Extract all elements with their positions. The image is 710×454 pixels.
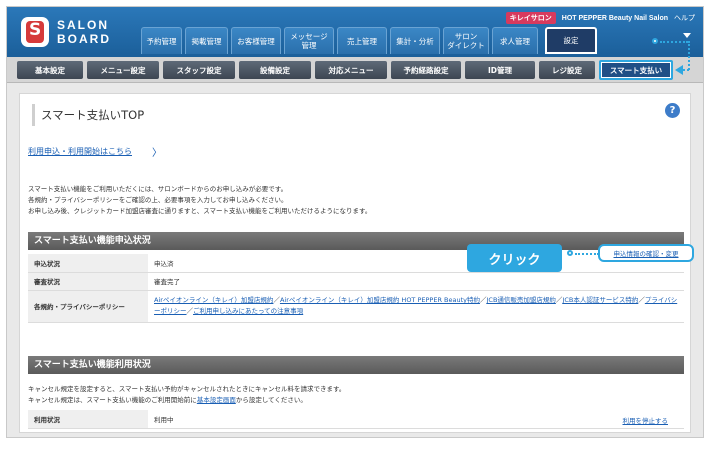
page-title: スマート支払いTOP [32, 104, 144, 126]
review-status-value: 審査完了 [148, 272, 684, 291]
tab-settings[interactable]: 設定 [545, 27, 597, 54]
callout-line [660, 41, 688, 43]
subtab-id-management[interactable]: ID管理 [465, 61, 535, 79]
subtab-equipment-settings[interactable]: 設備設定 [239, 61, 311, 79]
tab-salon-direct[interactable]: サロン ダイレクト [443, 27, 489, 54]
tab-analytics[interactable]: 集計・分析 [390, 27, 440, 54]
subtab-menu-settings[interactable]: メニュー設定 [87, 61, 159, 79]
subtab-reservation-route[interactable]: 予約経路設定 [391, 61, 461, 79]
table-row: 審査状況 審査完了 [28, 272, 684, 291]
table-row: 申込状況 申込済 [28, 254, 684, 273]
settings-subnav: 基本設定 メニュー設定 スタッフ設定 設備設定 対応メニュー 予約経路設定 ID… [7, 57, 703, 83]
terms-link-airpay-hpb[interactable]: Airペイオンライン（キレイ）加盟店規約 HOT PEPPER Beauty特約 [280, 296, 480, 304]
header-topright: キレイサロン HOT PEPPER Beauty Nail Salon ヘルプ [505, 12, 695, 24]
section-apply-status-header: スマート支払い機能申込状況 [28, 232, 684, 250]
usage-status-value: 利用中 [154, 415, 174, 424]
arrow-left-icon [675, 65, 683, 75]
terms-link-jcb-mail[interactable]: JCB通信販売加盟店規約 [486, 296, 555, 304]
usage-status-label: 利用状況 [28, 410, 148, 429]
callout-line-vertical [688, 41, 690, 70]
section-usage-status-header: スマート支払い機能利用状況 [28, 356, 684, 374]
subtab-basic-settings[interactable]: 基本設定 [17, 61, 83, 79]
apply-status-table: 申込状況 申込済 審査状況 審査完了 各規約・プライバシーポリシー Airペイオ… [28, 254, 684, 323]
table-row: 利用状況 利用中 利用を停止する [28, 410, 684, 429]
terms-links: Airペイオンライン（キレイ）加盟店規約／Airペイオンライン（キレイ）加盟店規… [148, 290, 684, 323]
table-row: 各規約・プライバシーポリシー Airペイオンライン（キレイ）加盟店規約／Airペ… [28, 290, 684, 323]
header: SALON BOARD キレイサロン HOT PEPPER Beauty Nai… [7, 7, 703, 57]
review-status-label: 審査状況 [28, 272, 148, 291]
tab-recruitment[interactable]: 求人管理 [492, 27, 538, 54]
usage-status-cell: 利用中 利用を停止する [148, 410, 684, 429]
help-link[interactable]: ヘルプ [674, 13, 695, 23]
logo-icon [21, 17, 49, 47]
cancel-policy-text: キャンセル規定を設定すると、スマート支払い予約がキャンセルされたときにキャンセル… [28, 385, 346, 404]
apply-link[interactable]: 利用申込・利用開始はこちら [28, 146, 132, 157]
apply-status-label: 申込状況 [28, 254, 148, 273]
main-content: スマート支払いTOP ? 利用申込・利用開始はこちら 〉 スマート支払い機能をご… [19, 93, 694, 433]
tab-reservation[interactable]: 予約管理 [141, 27, 182, 54]
salon-board-logo[interactable]: SALON BOARD [21, 14, 151, 50]
subtab-smart-payment[interactable]: スマート支払い [599, 60, 673, 80]
intro-text: スマート支払い機能をご利用いただくには、サロンボードからのお申し込みが必要です。… [28, 185, 372, 215]
callout-line [575, 253, 599, 255]
tab-listing[interactable]: 掲載管理 [185, 27, 228, 54]
callout-line [683, 69, 689, 71]
tab-sales[interactable]: 売上管理 [337, 27, 387, 54]
check-application-link[interactable]: 申込情報の確認・変更 [598, 244, 694, 262]
main-nav: 予約管理 掲載管理 お客様管理 メッセージ 管理 売上管理 集計・分析 サロン … [141, 27, 597, 54]
subtab-supported-menu[interactable]: 対応メニュー [315, 61, 387, 79]
logo-line1: SALON [57, 18, 109, 32]
click-callout: クリック [467, 244, 562, 272]
salon-name: HOT PEPPER Beauty Nail Salon [561, 14, 668, 22]
notes-link[interactable]: ご利用申し込みにあたっての注意事項 [193, 307, 303, 315]
terms-link-airpay[interactable]: Airペイオンライン（キレイ）加盟店規約 [154, 296, 273, 304]
chevron-down-icon[interactable] [683, 33, 691, 38]
chevron-right-icon[interactable]: 〉 [152, 144, 162, 159]
logo-line2: BOARD [57, 32, 111, 46]
kirei-salon-badge: キレイサロン [505, 12, 556, 24]
usage-status-table: 利用状況 利用中 利用を停止する [28, 410, 684, 429]
subtab-register-settings[interactable]: レジ設定 [539, 61, 595, 79]
app-frame: SALON BOARD キレイサロン HOT PEPPER Beauty Nai… [6, 6, 704, 438]
tab-messages[interactable]: メッセージ 管理 [284, 27, 334, 54]
callout-dot [652, 38, 658, 44]
basic-settings-link[interactable]: 基本設定画面 [197, 396, 236, 404]
callout-dot [567, 250, 573, 256]
help-icon[interactable]: ? [665, 103, 680, 118]
terms-label: 各規約・プライバシーポリシー [28, 290, 148, 323]
stop-usage-link[interactable]: 利用を停止する [623, 415, 669, 425]
terms-link-jcb-auth[interactable]: JCB本人認証サービス特約 [562, 296, 638, 304]
tab-customers[interactable]: お客様管理 [231, 27, 281, 54]
subtab-staff-settings[interactable]: スタッフ設定 [163, 61, 235, 79]
